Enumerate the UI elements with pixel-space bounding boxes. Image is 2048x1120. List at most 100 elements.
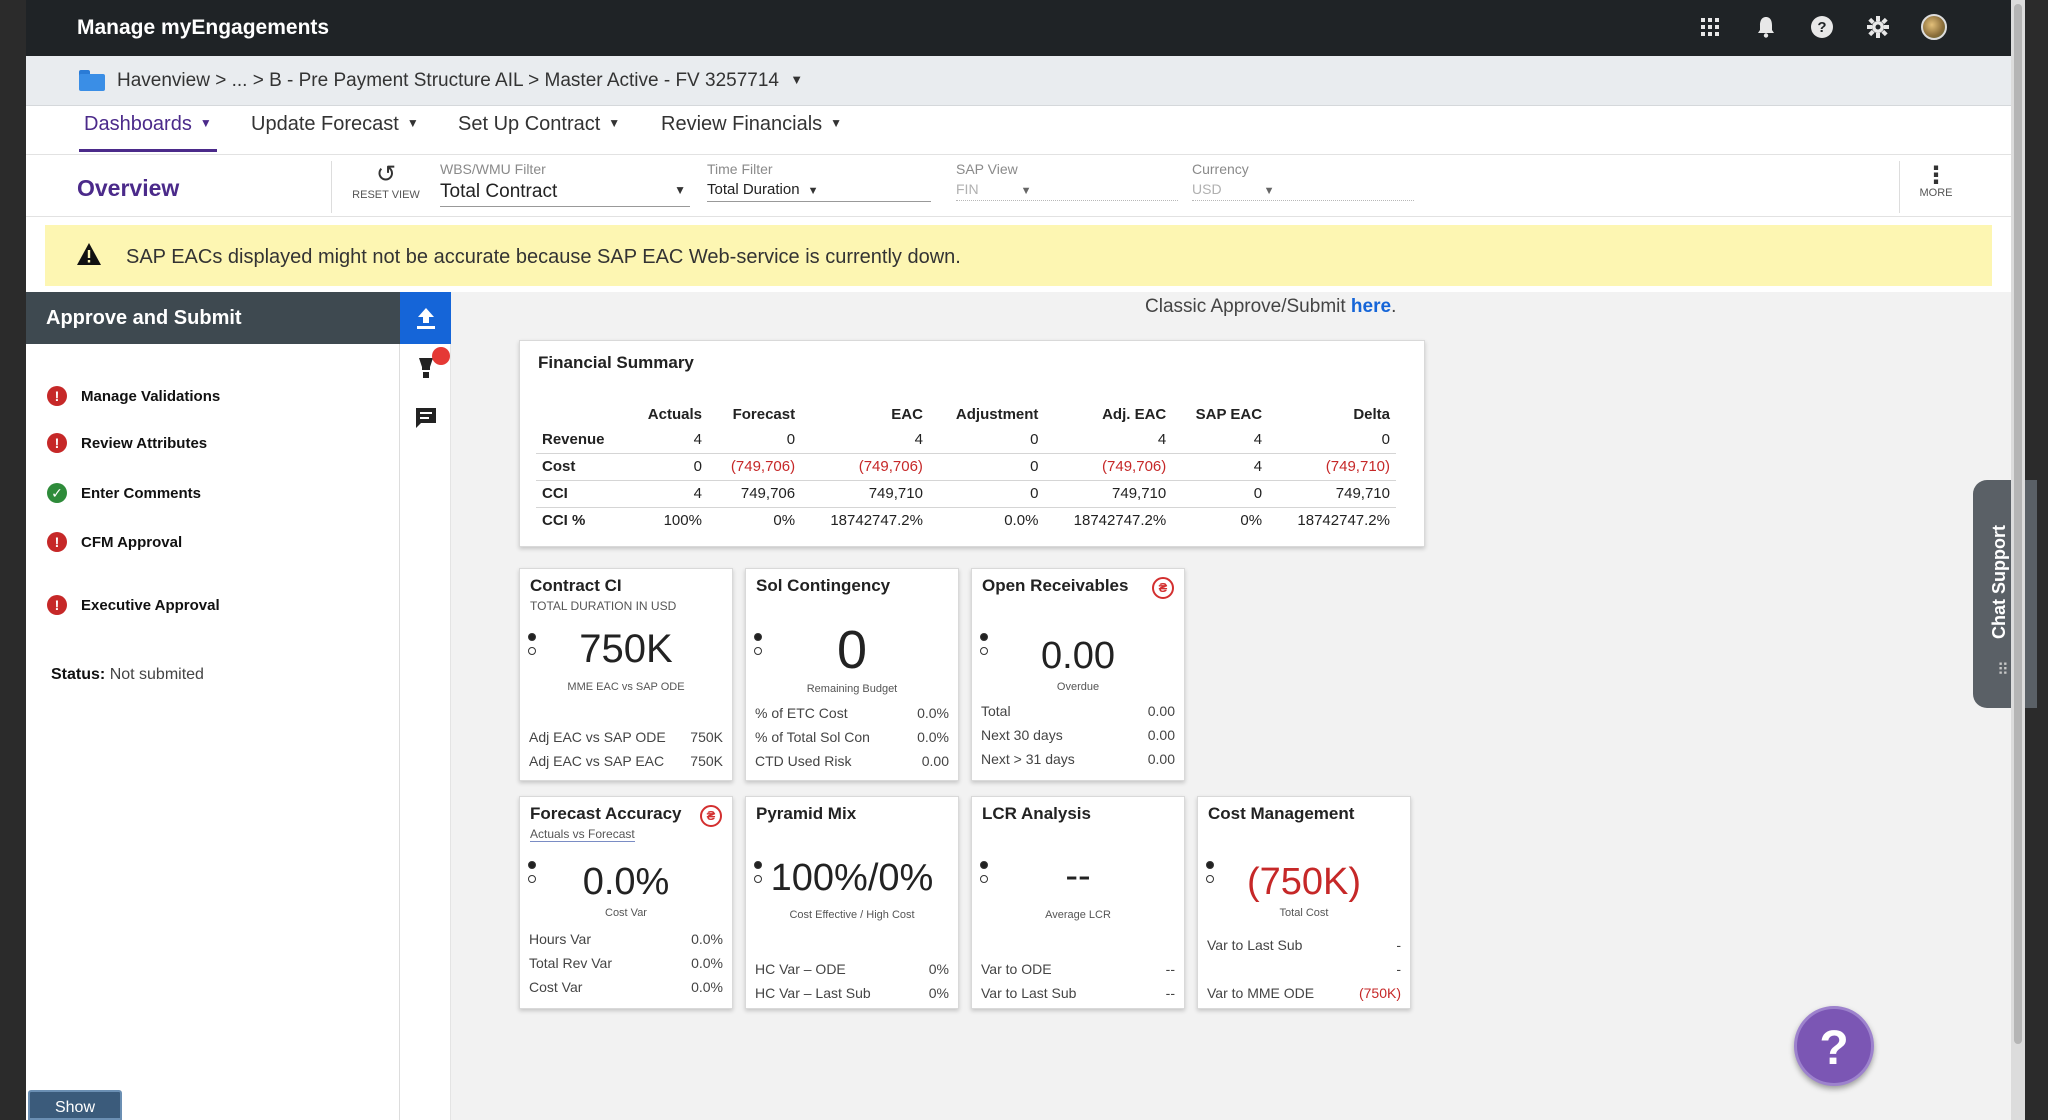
forecast-accuracy-tile[interactable]: Forecast Accuracy ₴ Actuals vs Forecast … [519, 796, 733, 1009]
wbs-filter-value: Total Contract [440, 181, 558, 202]
table-cell: 749,710 [1268, 480, 1396, 508]
tile-caption: Total Cost [1279, 907, 1329, 919]
sap-view-label: SAP View [956, 161, 1018, 177]
wbs-filter[interactable]: WBS/WMU Filter Total Contract ▼ [440, 161, 690, 207]
list-item: Total 0.00 [981, 703, 1175, 727]
tile-value: 0 [836, 620, 868, 680]
row-value: 0.0% [691, 955, 723, 971]
table-cell: 0 [1172, 480, 1269, 508]
help-icon[interactable]: ? [1807, 12, 1837, 42]
tile-title: Sol Contingency [756, 576, 891, 595]
status-label: Status: [51, 666, 106, 683]
row-value: 0.0% [691, 931, 723, 947]
step-review-attributes[interactable]: ! Review Attributes [47, 433, 207, 453]
financial-summary-title: Financial Summary [538, 353, 694, 372]
more-button[interactable]: ⋮ MORE [1911, 162, 1961, 200]
tab-dashboards[interactable]: Dashboards ▼ [79, 106, 217, 152]
list-item: Var to MME ODE (750K) [1207, 985, 1401, 1009]
gear-icon[interactable] [1863, 12, 1893, 42]
user-avatar[interactable] [1919, 12, 1949, 42]
cost-management-tile[interactable]: Cost Management (750K) Total Cost Var to… [1197, 796, 1411, 1009]
classic-here-link[interactable]: here [1351, 296, 1391, 317]
list-item: Var to Last Sub - [1207, 937, 1401, 961]
tile-subtitle[interactable]: Actuals vs Forecast [530, 827, 635, 842]
step-label: CFM Approval [81, 533, 183, 551]
step-enter-comments[interactable]: ✓ Enter Comments [47, 483, 201, 503]
lcr-analysis-tile[interactable]: LCR Analysis -- Average LCR Var to ODE --… [971, 796, 1185, 1009]
chevron-down-icon: ▼ [608, 116, 621, 130]
row-value: 750K [690, 729, 723, 745]
chevron-down-icon: ▼ [830, 116, 843, 130]
step-cfm-approval[interactable]: ! CFM Approval [47, 532, 182, 552]
open-receivables-tile[interactable]: Open Receivables ₴ 0.00 Overdue Total 0.0… [971, 568, 1185, 781]
banner-message: SAP EACs displayed might not be accurate… [126, 246, 961, 268]
table-cell: 4 [627, 480, 708, 508]
warning-icon [76, 242, 102, 271]
error-icon: ! [47, 386, 67, 406]
tile-value: 0.00 [1041, 635, 1115, 677]
breadcrumb-text[interactable]: Havenview > ... > B - Pre Payment Struct… [117, 70, 779, 91]
chat-support-label: Chat Support [1989, 525, 2009, 639]
kebab-menu-icon: ⋮ [1924, 162, 1948, 189]
wbs-filter-select[interactable]: Total Contract ▼ [440, 181, 690, 207]
time-filter[interactable]: Time Filter Total Duration ▼ [707, 161, 931, 202]
table-cell: 749,706 [707, 480, 802, 508]
chat-support-tab[interactable]: Chat Support ⠿ [1973, 480, 2037, 708]
chevron-down-icon: ▼ [1263, 185, 1275, 197]
step-executive-approval[interactable]: ! Executive Approval [47, 595, 220, 615]
row-value: 0.0% [691, 979, 723, 995]
row-value: 0.00 [1147, 703, 1175, 719]
column-header: Actuals [647, 406, 702, 423]
approve-panel-title: Approve and Submit [26, 292, 400, 344]
submission-status: Status: Not submited [51, 666, 204, 684]
row-label: Adj EAC vs SAP ODE [529, 729, 666, 745]
step-manage-validations[interactable]: ! Manage Validations [47, 386, 220, 406]
breadcrumb[interactable]: Havenview > ... > B - Pre Payment Struct… [117, 70, 803, 92]
time-filter-select[interactable]: Total Duration ▼ [707, 181, 931, 202]
chevron-down-icon: ▼ [406, 116, 419, 130]
sol-contingency-tile[interactable]: Sol Contingency 0 Remaining Budget % of … [745, 568, 959, 781]
table-cell: (749,706) [801, 453, 929, 481]
reset-view-button[interactable]: ↺ RESET VIEW [351, 163, 421, 202]
step-label: Review Attributes [81, 434, 208, 452]
row-label: % of Total Sol Con [755, 729, 870, 745]
row-label: Cost [536, 453, 628, 481]
tile-caption: Average LCR [1045, 909, 1111, 921]
app-title: Manage myEngagements [77, 16, 330, 39]
pyramid-mix-tile[interactable]: Pyramid Mix 100%/0% Cost Effective / Hig… [745, 796, 959, 1009]
tile-rows: Var to Last Sub - - Var to MME ODE (750K) [1207, 937, 1401, 1009]
contract-ci-tile[interactable]: Contract CI TOTAL DURATION IN USD 750K M… [519, 568, 733, 781]
help-fab-button[interactable]: ? [1794, 1006, 1874, 1086]
column-header [536, 403, 627, 426]
upload-icon[interactable] [400, 292, 451, 344]
currency-label: Currency [1192, 161, 1249, 177]
tab-update-forecast[interactable]: Update Forecast ▼ [246, 106, 424, 152]
currency-not-available-icon: ₴ [700, 805, 722, 827]
show-button[interactable]: Show [28, 1090, 122, 1120]
notification-badge [432, 347, 450, 365]
tile-caption: Cost Var [605, 907, 647, 919]
table-cell: 0 [627, 453, 708, 481]
currency-not-available-icon: ₴ [1152, 577, 1174, 599]
row-label: Total [981, 703, 1011, 719]
comments-icon[interactable] [400, 406, 451, 436]
drag-handle-icon[interactable]: ⠿ [1997, 660, 2010, 680]
apps-grid-icon[interactable] [1695, 12, 1725, 42]
tile-value: -- [1065, 855, 1091, 897]
tile-rows: Var to ODE -- Var to Last Sub -- [981, 961, 1175, 1009]
tab-review-financials[interactable]: Review Financials ▼ [656, 106, 847, 152]
list-item: Adj EAC vs SAP ODE 750K [529, 729, 723, 753]
tab-set-up-contract[interactable]: Set Up Contract ▼ [453, 106, 625, 152]
status-value: Not submited [109, 666, 204, 683]
list-item: % of Total Sol Con 0.0% [755, 729, 949, 753]
scrollbar-thumb[interactable] [2014, 4, 2022, 1044]
scrollbar[interactable] [2011, 0, 2025, 1120]
tile-value: 100%/0% [770, 857, 934, 899]
table-header-row: Actuals Forecast EAC Adjustment Adj. EAC… [536, 403, 1396, 426]
bell-icon[interactable] [1751, 12, 1781, 42]
row-value: 0.0% [917, 729, 949, 745]
row-label: Var to MME ODE [1207, 985, 1315, 1001]
chevron-down-icon[interactable]: ▼ [790, 72, 803, 87]
folder-icon [79, 70, 105, 91]
tile-title: Pyramid Mix [756, 804, 857, 823]
